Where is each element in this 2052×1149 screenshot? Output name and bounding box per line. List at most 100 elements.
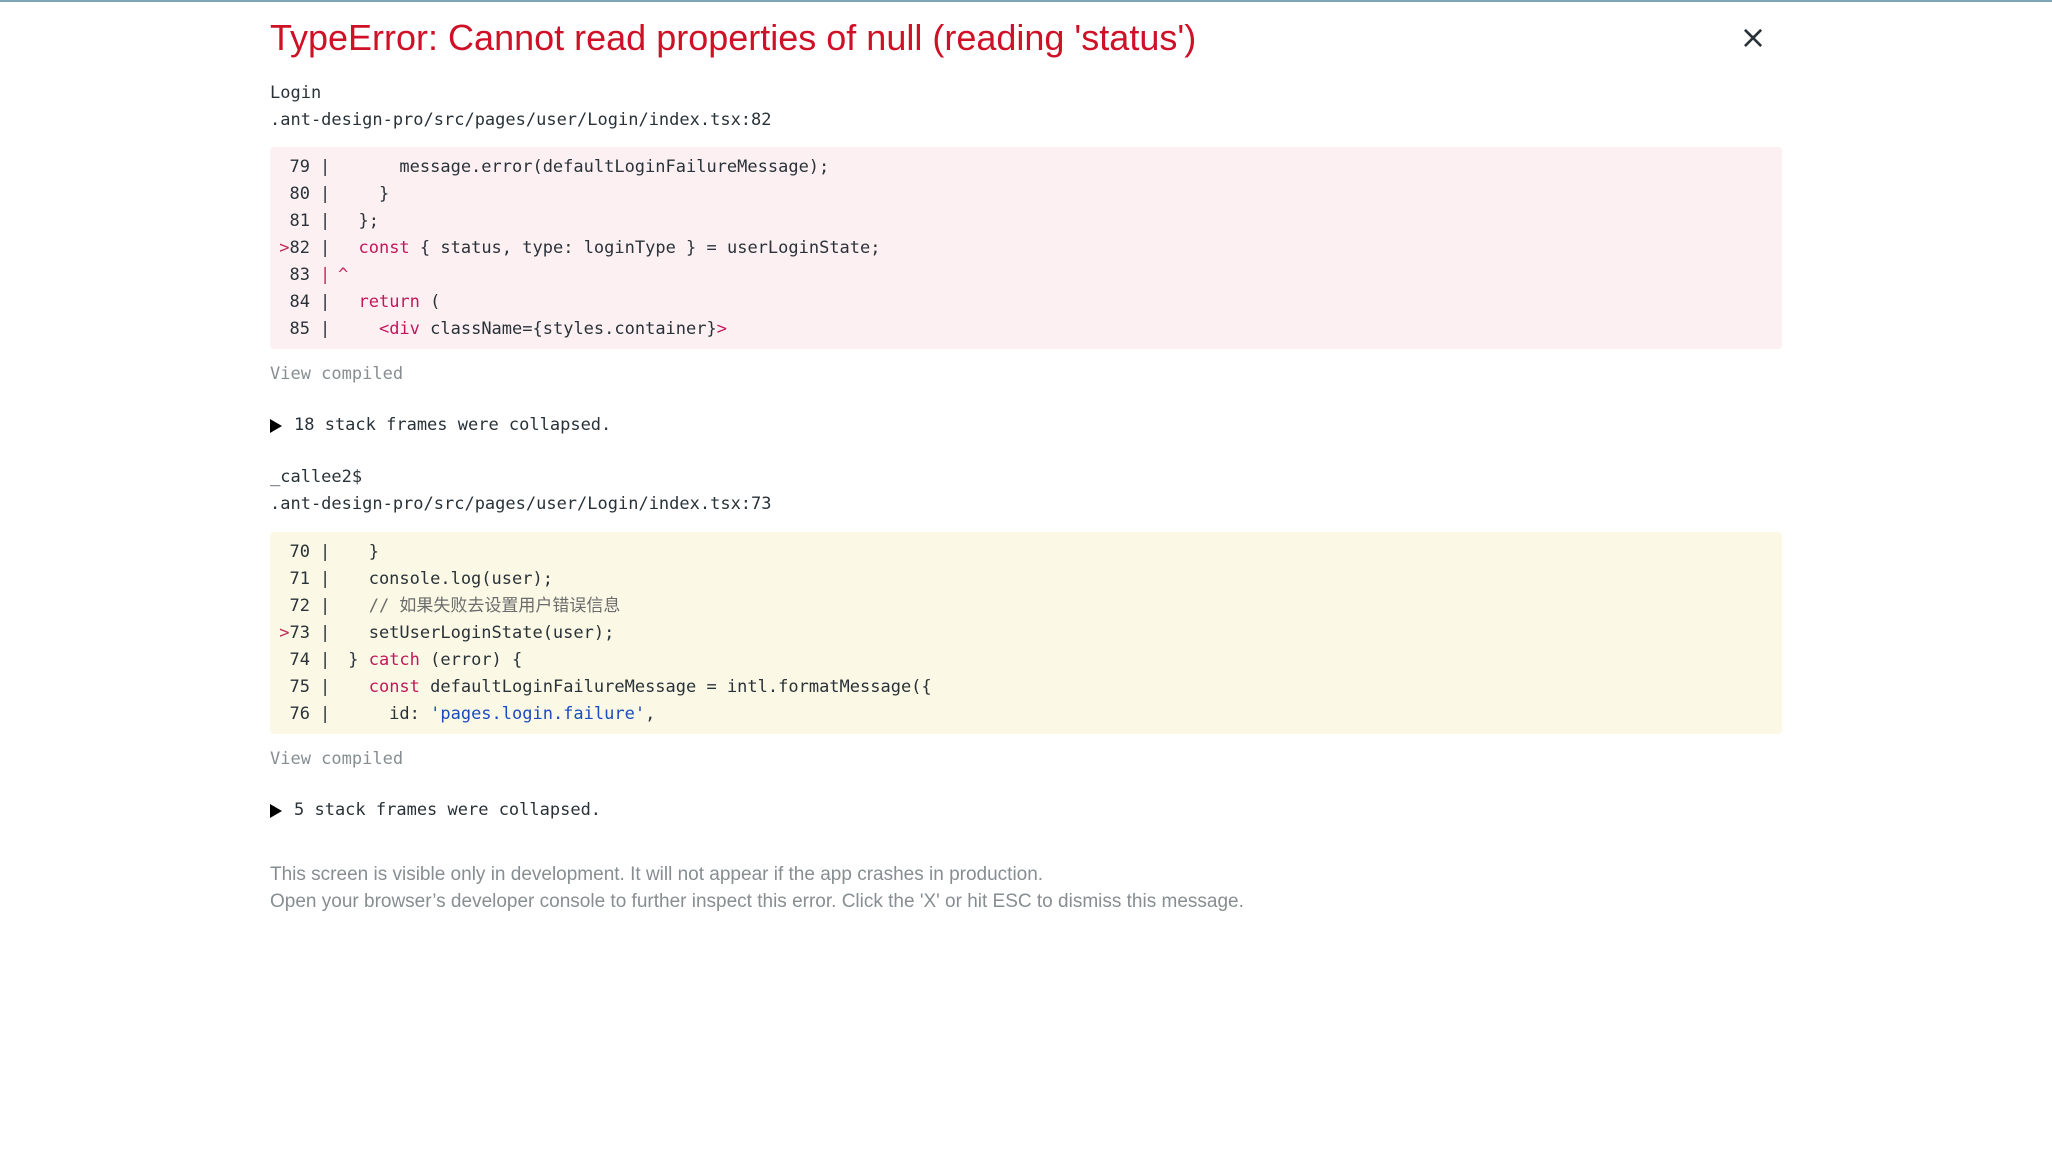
expand-triangle-icon bbox=[270, 803, 282, 818]
code-line: 72 | // 如果失败去设置用户错误信息 bbox=[270, 593, 1782, 620]
line-source: id: 'pages.login.failure', bbox=[338, 701, 1782, 728]
code-line: 84 | return ( bbox=[270, 289, 1782, 316]
code-line: 81 | }; bbox=[270, 208, 1782, 235]
code-token: }; bbox=[338, 211, 379, 231]
line-separator: | bbox=[320, 292, 331, 312]
code-keyword: return bbox=[358, 292, 420, 312]
code-token: ( bbox=[419, 292, 441, 312]
line-number: 79 bbox=[289, 157, 310, 177]
code-keyword: <div bbox=[378, 319, 420, 339]
code-line-highlighted: >73 | setUserLoginState(user); bbox=[270, 620, 1782, 647]
code-token: className= bbox=[419, 319, 533, 339]
code-token: {styles.container} bbox=[532, 319, 717, 339]
line-source: } bbox=[338, 539, 1782, 566]
code-token: id: bbox=[338, 704, 431, 724]
code-snippet: 70 | } 71 | console.log(user); 72 | // 如果失败去设… bbox=[270, 532, 1782, 734]
line-separator: | bbox=[320, 265, 331, 285]
code-token: } bbox=[338, 184, 390, 204]
line-separator: | bbox=[320, 569, 331, 589]
footer-note-development: This screen is visible only in developme… bbox=[270, 864, 1044, 885]
code-line: 75 | const defaultLoginFailureMessage = i… bbox=[270, 674, 1782, 701]
line-gutter: 83 bbox=[270, 262, 310, 289]
frame-file-path[interactable]: .ant-design-pro/src/pages/user/Login/ind… bbox=[270, 491, 772, 518]
line-source: const defaultLoginFailureMessage = intl.… bbox=[338, 674, 1782, 701]
line-separator: | bbox=[320, 238, 331, 258]
line-separator: | bbox=[320, 211, 331, 231]
error-overlay: TypeError: Cannot read properties of nul… bbox=[270, 0, 1782, 912]
collapsed-frames-label: 18 stack frames were collapsed. bbox=[294, 415, 612, 435]
line-separator: | bbox=[320, 704, 331, 724]
line-number: 80 bbox=[289, 184, 310, 204]
view-compiled-link[interactable]: View compiled bbox=[270, 746, 403, 773]
line-gutter: >73 bbox=[270, 620, 310, 647]
error-caret: ^ bbox=[338, 265, 349, 285]
line-source: return ( bbox=[338, 289, 1782, 316]
line-number: 72 bbox=[289, 596, 310, 616]
line-number: 84 bbox=[289, 292, 310, 312]
expand-triangle-icon bbox=[270, 418, 282, 433]
view-compiled-link[interactable]: View compiled bbox=[270, 361, 403, 388]
line-gutter: >82 bbox=[270, 235, 310, 262]
code-token: , bbox=[645, 704, 656, 724]
collapsed-frames-toggle[interactable]: 5 stack frames were collapsed. bbox=[270, 797, 601, 824]
code-token: defaultLoginFailureMessage = intl.format… bbox=[419, 677, 932, 697]
frame-file-path[interactable]: .ant-design-pro/src/pages/user/Login/ind… bbox=[270, 107, 772, 134]
code-string: 'pages.login.failure' bbox=[430, 704, 646, 724]
line-source: console.log(user); bbox=[338, 566, 1782, 593]
line-number: 82 bbox=[289, 238, 310, 258]
code-keyword: catch bbox=[368, 650, 420, 670]
code-keyword: const bbox=[368, 677, 420, 697]
footer-note-console: Open your browser’s developer console to… bbox=[270, 891, 1244, 912]
frame-function-name: Login bbox=[270, 83, 322, 103]
code-line: 83 | ^ bbox=[270, 262, 1782, 289]
line-number: 81 bbox=[289, 211, 310, 231]
line-source: const { status, type: loginType } = user… bbox=[338, 235, 1782, 262]
line-number: 75 bbox=[289, 677, 310, 697]
line-gutter: 71 bbox=[270, 566, 310, 593]
line-separator: | bbox=[320, 157, 331, 177]
line-gutter: 79 bbox=[270, 154, 310, 181]
line-separator: | bbox=[320, 650, 331, 670]
code-line: 74 | } catch (error) { bbox=[270, 647, 1782, 674]
line-gutter: 76 bbox=[270, 701, 310, 728]
code-token: } bbox=[338, 650, 369, 670]
line-source: // 如果失败去设置用户错误信息 bbox=[338, 593, 1782, 620]
line-number: 76 bbox=[289, 704, 310, 724]
code-token: console.log(user); bbox=[338, 569, 553, 589]
code-token: setUserLoginState(user); bbox=[338, 623, 615, 643]
line-gutter: 84 bbox=[270, 289, 310, 316]
line-gutter: 80 bbox=[270, 181, 310, 208]
line-number: 74 bbox=[289, 650, 310, 670]
code-line: 79 | message.error(defaultLoginFailureMes… bbox=[270, 154, 1782, 181]
line-source: setUserLoginState(user); bbox=[338, 620, 1782, 647]
line-source: } bbox=[338, 181, 1782, 208]
line-separator: | bbox=[320, 596, 331, 616]
code-token: { status, bbox=[409, 238, 523, 258]
collapsed-frames-label: 5 stack frames were collapsed. bbox=[294, 800, 602, 820]
line-separator: | bbox=[320, 184, 331, 204]
code-comment: // 如果失败去设置用户错误信息 bbox=[338, 596, 621, 616]
line-separator: | bbox=[320, 319, 331, 339]
code-line-highlighted: >82 | const { status, type: loginType } =… bbox=[270, 235, 1782, 262]
frame-function-name: _callee2$ bbox=[270, 467, 363, 487]
collapsed-frames-toggle[interactable]: 18 stack frames were collapsed. bbox=[270, 412, 611, 439]
code-snippet: 79 | message.error(defaultLoginFailureMes… bbox=[270, 147, 1782, 349]
close-icon[interactable]: × bbox=[1738, 21, 1768, 53]
error-title: TypeError: Cannot read properties of nul… bbox=[270, 17, 1197, 58]
line-number: 71 bbox=[289, 569, 310, 589]
line-separator: | bbox=[320, 542, 331, 562]
line-gutter: 72 bbox=[270, 593, 310, 620]
current-line-marker: > bbox=[279, 623, 290, 643]
code-line: 71 | console.log(user); bbox=[270, 566, 1782, 593]
code-keyword: const bbox=[358, 238, 410, 258]
code-line: 85 | <div className={styles.container}> bbox=[270, 316, 1782, 343]
line-source: ^ bbox=[338, 262, 1782, 289]
line-separator: | bbox=[320, 623, 331, 643]
line-number: 73 bbox=[289, 623, 310, 643]
line-gutter: 70 bbox=[270, 539, 310, 566]
line-gutter: 75 bbox=[270, 674, 310, 701]
code-line: 76 | id: 'pages.login.failure', bbox=[270, 701, 1782, 728]
